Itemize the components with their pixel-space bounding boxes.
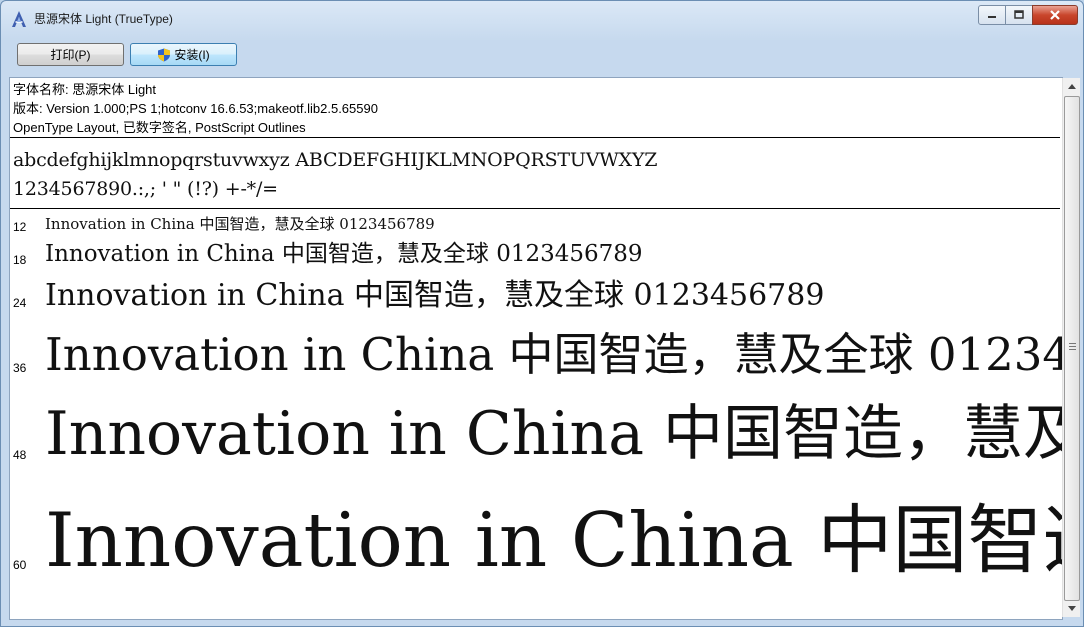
charset-letters: abcdefghijklmnopqrstuvwxyz ABCDEFGHIJKLM…	[13, 149, 658, 171]
scroll-up-button[interactable]	[1063, 78, 1080, 95]
window-controls	[978, 5, 1078, 25]
font-name-line: 字体名称: 思源宋体 Light	[13, 82, 157, 97]
size-label: 36	[13, 361, 27, 375]
install-button[interactable]: 安装(I)	[130, 43, 237, 66]
size-label: 48	[13, 448, 27, 462]
font-details-line: OpenType Layout, 已数字签名, PostScript Outli…	[13, 120, 306, 135]
separator-info	[10, 137, 1060, 138]
maximize-icon	[1014, 10, 1024, 19]
size-label: 60	[13, 558, 27, 572]
minimize-icon	[988, 16, 996, 18]
font-viewer-window: 思源宋体 Light (TrueType) 打印(P) 安装(I) 字体名称: …	[0, 0, 1084, 627]
charset-digits: 1234567890.:,; ' " (!?) +-*/=	[13, 178, 278, 200]
close-icon	[1050, 10, 1060, 20]
title-bar[interactable]: 思源宋体 Light (TrueType)	[1, 1, 1083, 35]
uac-shield-icon	[158, 48, 171, 61]
sample-text: Innovation in China 中国智造，慧及全球 0123456789	[45, 215, 435, 233]
size-label: 24	[13, 296, 27, 310]
sample-row: 60 Innovation in China 中国智造，慧及全球 0123456…	[10, 498, 1062, 578]
print-button-label: 打印(P)	[50, 48, 91, 62]
window-title: 思源宋体 Light (TrueType)	[34, 12, 173, 26]
sample-row: 18 Innovation in China 中国智造，慧及全球 0123456…	[10, 241, 1060, 268]
arrow-down-icon	[1067, 606, 1076, 611]
size-label: 12	[13, 220, 27, 234]
toolbar: 打印(P) 安装(I)	[1, 35, 1083, 77]
grip-icon	[1069, 343, 1076, 350]
vertical-scrollbar[interactable]	[1062, 78, 1080, 617]
sample-row: 36 Innovation in China 中国智造，慧及全球 0123456…	[10, 326, 1062, 377]
sample-row: 24 Innovation in China 中国智造，慧及全球 0123456…	[10, 278, 1060, 311]
sample-text: Innovation in China 中国智造，慧及全球 0123456789	[45, 278, 825, 313]
install-button-label: 安装(I)	[174, 48, 210, 62]
sample-row: 48 Innovation in China 中国智造，慧及全球 0123456…	[10, 398, 1062, 464]
minimize-button[interactable]	[978, 5, 1006, 25]
sample-text: Innovation in China 中国智造，慧及全球 0123456789	[45, 399, 1062, 469]
sample-text: Innovation in China 中国智造，慧及全球 0123456789	[45, 496, 1062, 584]
sample-text: Innovation in China 中国智造，慧及全球 0123456789	[45, 241, 643, 267]
print-button[interactable]: 打印(P)	[17, 43, 124, 66]
font-a-icon	[12, 11, 26, 27]
scroll-down-button[interactable]	[1063, 600, 1080, 617]
sample-text: Innovation in China 中国智造，慧及全球 0123456789	[45, 328, 1063, 381]
size-label: 18	[13, 253, 27, 267]
arrow-up-icon	[1067, 84, 1076, 89]
close-button[interactable]	[1032, 5, 1078, 25]
scrollbar-thumb[interactable]	[1064, 96, 1080, 601]
sample-row: 12 Innovation in China 中国智造，慧及全球 0123456…	[10, 215, 1060, 235]
separator-charset	[10, 208, 1060, 209]
maximize-button[interactable]	[1005, 5, 1033, 25]
font-version-line: 版本: Version 1.000;PS 1;hotconv 16.6.53;m…	[13, 101, 378, 116]
font-preview-area[interactable]: 字体名称: 思源宋体 Light 版本: Version 1.000;PS 1;…	[9, 77, 1063, 620]
font-info: 字体名称: 思源宋体 Light 版本: Version 1.000;PS 1;…	[13, 80, 378, 137]
